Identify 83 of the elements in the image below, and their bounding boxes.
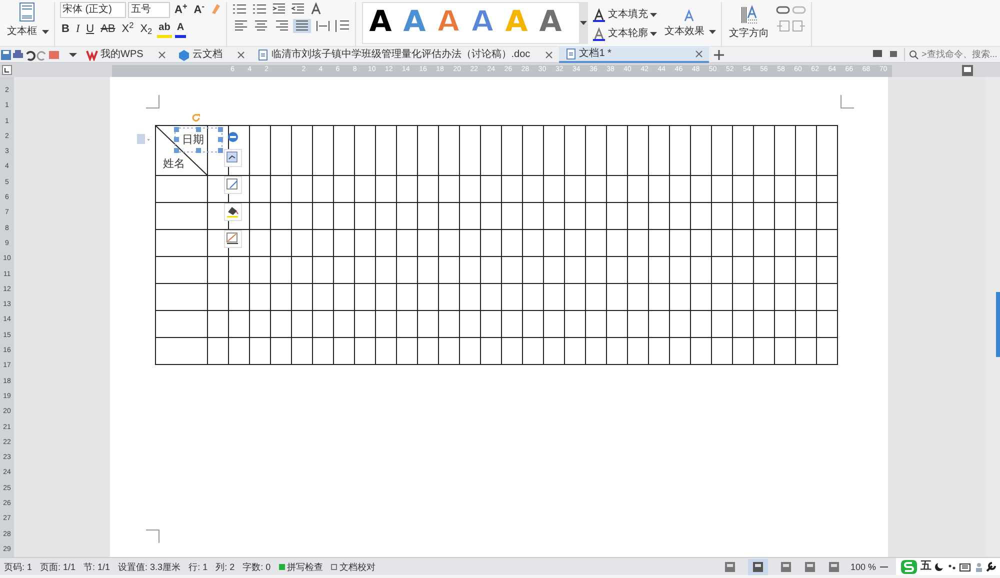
text-fill-icon[interactable] (593, 8, 606, 22)
search-field[interactable]: >查找命令、搜索... (922, 48, 1000, 62)
link-icon[interactable] (776, 4, 790, 14)
indent-icon[interactable] (272, 2, 286, 16)
line-spacing-icon[interactable] (334, 18, 350, 32)
close-icon[interactable] (236, 50, 245, 58)
keyboard-icon[interactable] (959, 562, 971, 572)
status-checkbox[interactable] (278, 564, 285, 570)
status-toggle[interactable]: 拼写检查 (287, 558, 324, 574)
caret-icon (580, 20, 588, 26)
document-tab[interactable]: 我的WPS (80, 47, 172, 62)
status-item: 字数: 0 (242, 560, 272, 574)
status-item: 节: 1/1 (82, 560, 112, 574)
close-icon[interactable] (544, 50, 553, 58)
close-icon[interactable] (694, 50, 703, 58)
document-tab[interactable]: 云文档 (172, 47, 251, 62)
document-tab[interactable]: 临清市刘垓子镇中学班级管理量化评估办法（讨论稿）.doc (250, 47, 559, 62)
line-style-icon[interactable] (224, 230, 242, 248)
gallery-more-button[interactable] (580, 2, 588, 44)
moon-icon[interactable] (934, 562, 944, 572)
text-outline-button[interactable]: 文本轮廓 (608, 26, 648, 40)
format-button[interactable]: B (60, 22, 72, 36)
punctuation-icon[interactable] (946, 562, 956, 572)
status-item: 设置值: 3.3厘米 (117, 560, 182, 574)
w-logo-icon (86, 48, 98, 60)
bullet-list-icon[interactable] (232, 2, 247, 16)
text-effect-button[interactable]: 文本效果 (662, 25, 706, 40)
format-button[interactable]: X$_{2}$ (138, 22, 154, 36)
rotate-handle-icon[interactable] (191, 113, 201, 123)
caret-icon[interactable] (708, 29, 716, 36)
fill-bucket-icon[interactable] (224, 203, 242, 221)
font-size-button[interactable]: A$^{+}$ (172, 2, 190, 18)
text-fill-button[interactable]: 文本填充 (608, 8, 648, 22)
status-item: 列: 2 (214, 560, 236, 574)
font-color-button[interactable]: A (174, 20, 186, 38)
zoom-level[interactable]: 100 % (846, 558, 880, 574)
format-button[interactable]: X$^{2}$ (120, 22, 136, 36)
save-icon[interactable] (0, 48, 12, 60)
corner-mark-icon (146, 95, 160, 109)
text-box-button[interactable]: 文本框 (5, 24, 39, 38)
minus-circle-icon[interactable] (228, 132, 238, 142)
align-button[interactable] (293, 18, 312, 32)
document-tab[interactable]: 文档1 * (558, 46, 709, 63)
ruler-toggle-icon[interactable] (962, 65, 973, 77)
status-item: 页码: 1 (3, 560, 34, 574)
header-label: 日期 (182, 133, 204, 148)
format-button[interactable]: U (84, 22, 96, 36)
text-outline-icon[interactable] (593, 26, 606, 40)
status-item: 页面: 1/1 (39, 560, 77, 574)
wrench-icon[interactable] (986, 562, 996, 572)
s-logo-icon[interactable] (900, 558, 918, 574)
format-button[interactable]: I (74, 22, 82, 36)
font-size-button[interactable]: A$^{-}$ (192, 2, 206, 18)
text-direction-button[interactable]: 文字方向 (726, 27, 771, 41)
status-toggle[interactable]: 文档校对 (340, 558, 376, 574)
search-icon (909, 50, 919, 60)
document-icon (256, 48, 269, 60)
outdent-icon[interactable] (290, 2, 305, 16)
align-button[interactable] (314, 18, 332, 32)
status-item: 行: 1 (188, 560, 209, 574)
status-checkbox[interactable] (331, 564, 338, 570)
corner-mark-icon (840, 95, 854, 109)
add-tab-icon[interactable] (712, 48, 725, 60)
caret-icon[interactable] (650, 12, 658, 18)
corner-mark-icon (146, 529, 160, 543)
text-direction-icon[interactable] (740, 4, 758, 24)
font-color-button[interactable]: ab (156, 20, 172, 38)
close-icon[interactable] (158, 50, 166, 58)
header-label: 姓名 (163, 157, 185, 172)
ruler-corner-icon (2, 65, 12, 75)
text-effect-icon[interactable] (683, 8, 696, 23)
undo-icon[interactable] (24, 48, 36, 60)
text-style-swatch[interactable]: A (533, 3, 568, 43)
ime-mode-label[interactable]: 五 (920, 558, 932, 575)
caret-icon[interactable] (42, 28, 48, 34)
shape-outline-icon[interactable] (224, 176, 242, 194)
numbered-list-icon[interactable] (252, 2, 267, 16)
print-icon[interactable] (12, 48, 24, 60)
caret-icon[interactable] (650, 30, 658, 36)
format-button[interactable]: AB (98, 22, 118, 36)
font-effect-icon[interactable] (310, 2, 322, 16)
document-icon (564, 48, 577, 60)
text-style-swatch[interactable]: A (363, 3, 398, 43)
